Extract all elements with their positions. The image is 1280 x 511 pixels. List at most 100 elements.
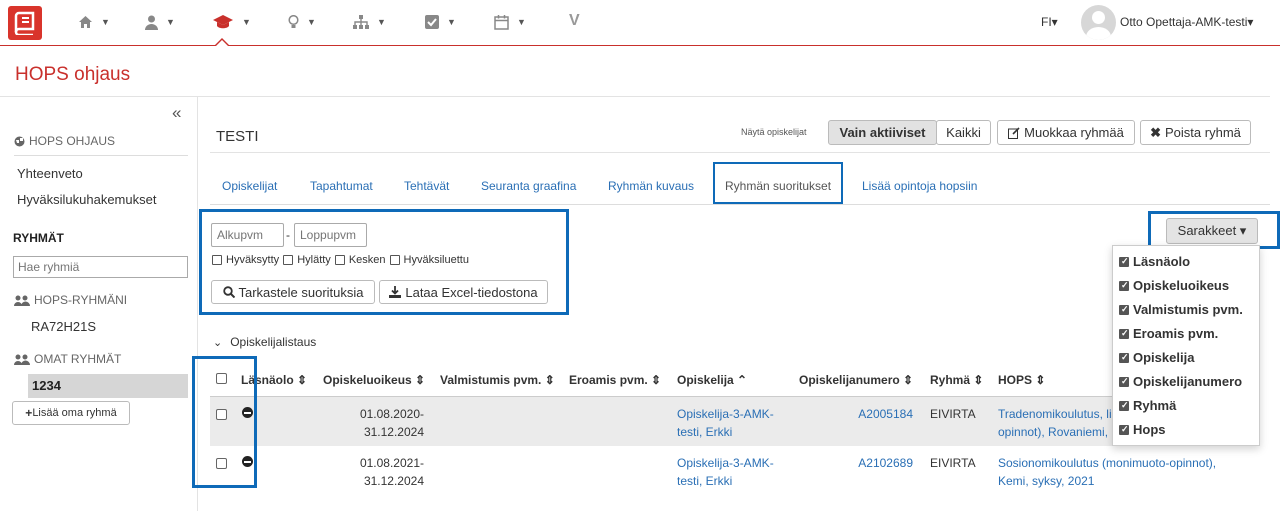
download-icon (389, 286, 402, 298)
student-name-line: Opiskelija-3-AMK- (677, 407, 774, 421)
filter-hyvaksiluettu-label: Hyväksiluettu (403, 254, 469, 266)
plus-icon: + (25, 406, 33, 420)
sitemap-icon (353, 14, 369, 29)
tab-lisaa-opintoja[interactable]: Lisää opintoja hopsiin (862, 179, 977, 193)
groups-heading: RYHMÄT (13, 231, 64, 245)
language-selector[interactable]: FI▾ (1041, 15, 1058, 29)
view-results-button[interactable]: Tarkastele suorituksia (211, 280, 375, 304)
add-group-button[interactable]: + Lisää oma ryhmä (12, 401, 130, 425)
filter-kesken-checkbox[interactable] (334, 255, 345, 265)
filter-hyvaksiluettu-checkbox[interactable] (389, 255, 400, 265)
student-link[interactable]: Opiskelija-3-AMK- testi, Erkki (677, 405, 774, 441)
date-separator: - (286, 228, 290, 242)
column-option-label: Opiskelijanumero (1133, 374, 1243, 389)
user-menu[interactable]: Otto Opettaja-AMK-testi▾ (1120, 15, 1253, 29)
group-search-input[interactable] (13, 256, 188, 278)
search-icon (222, 286, 235, 298)
nav-structure[interactable]: ▼ (353, 10, 386, 34)
column-header-opiskelija[interactable]: Opiskelija ⌃ (677, 373, 747, 387)
column-header-hops[interactable]: HOPS ⇕ (998, 373, 1045, 387)
chevron-down-icon: ▼ (377, 17, 386, 27)
hops-line: Sosionomikoulutus (monimuoto-opinnot), (998, 456, 1217, 470)
opiskeluoikeus-start: 01.08.2021- (359, 456, 424, 470)
tab-seuranta-graafina[interactable]: Seuranta graafina (481, 179, 576, 193)
nav-home[interactable]: ▼ (78, 10, 110, 34)
top-navbar: ▼ ▼ ▼ ▼ ▼ ▼ ▼ V FI▾ Otto Opettaja-AMK-te… (0, 0, 1280, 46)
globe-icon (14, 136, 25, 146)
download-excel-button[interactable]: Lataa Excel-tiedostona (379, 280, 548, 304)
checkbox-checked-icon (1119, 352, 1129, 363)
tab-ryhman-kuvaus[interactable]: Ryhmän kuvaus (608, 179, 694, 193)
checkbox-checked-icon (1119, 424, 1129, 435)
column-header-eroamis[interactable]: Eroamis pvm. ⇕ (569, 373, 661, 387)
column-option-lasnaolo[interactable]: Läsnäolo (1119, 254, 1190, 269)
nav-studies[interactable]: ▼ (212, 10, 251, 34)
start-date-input[interactable] (211, 223, 284, 247)
chevron-down-icon: ▼ (517, 17, 526, 27)
sidebar-item-yhteenveto[interactable]: Yhteenveto (17, 166, 83, 181)
column-option-ryhma[interactable]: Ryhmä (1119, 398, 1176, 413)
delete-group-button[interactable]: ✖ Poista ryhmä (1140, 120, 1251, 145)
column-option-valmistumis[interactable]: Valmistumis pvm. (1119, 302, 1243, 317)
column-option-opiskelijanumero[interactable]: Opiskelijanumero (1119, 374, 1242, 389)
row-select-highlight (192, 356, 257, 488)
hops-link[interactable]: Sosionomikoulutus (monimuoto-opinnot), K… (998, 454, 1216, 490)
student-list-toggle[interactable]: ⌄ Opiskelijalistaus (213, 335, 316, 349)
column-header-opiskeluoikeus[interactable]: Opiskeluoikeus ⇕ (323, 373, 425, 387)
filter-hylatty-checkbox[interactable] (283, 255, 294, 265)
student-number-link[interactable]: A2005184 (830, 405, 913, 423)
tab-tehtavat[interactable]: Tehtävät (404, 179, 449, 193)
tab-tapahtumat[interactable]: Tapahtumat (310, 179, 373, 193)
column-header-ryhma[interactable]: Ryhmä ⇕ (930, 373, 983, 387)
chevron-down-icon: ▼ (166, 17, 175, 27)
status-filters: Hyväksytty Hylätty Kesken Hyväksiluettu (212, 254, 469, 266)
column-header-opiskelijanumero[interactable]: Opiskelijanumero ⇕ (799, 373, 913, 387)
nav-user[interactable]: ▼ (145, 10, 175, 34)
collapse-sidebar-icon[interactable]: « (172, 103, 181, 123)
calendar-icon (494, 14, 509, 30)
chevron-down-icon: ▼ (101, 17, 110, 27)
close-icon: ✖ (1150, 124, 1162, 140)
hops-line: Kemi, syksy, 2021 (998, 474, 1095, 488)
student-name-line: testi, Erkki (677, 474, 733, 488)
column-option-eroamis[interactable]: Eroamis pvm. (1119, 326, 1218, 341)
avatar[interactable] (1081, 5, 1116, 40)
student-number-link[interactable]: A2102689 (830, 454, 913, 472)
nav-ideas[interactable]: ▼ (288, 10, 316, 34)
column-option-hops[interactable]: Hops (1119, 422, 1166, 437)
column-option-label: Ryhmä (1133, 398, 1177, 413)
column-option-label: Opiskeluoikeus (1133, 278, 1230, 293)
student-link[interactable]: Opiskelija-3-AMK- testi, Erkki (677, 454, 774, 490)
sidebar-item-ra72h21s[interactable]: RA72H21S (31, 319, 96, 334)
column-header-valmistumis[interactable]: Valmistumis pvm. ⇕ (440, 373, 555, 387)
show-students-label: Näytä opiskelijat (741, 127, 807, 137)
filter-hyvaksytty-checkbox[interactable] (212, 255, 222, 265)
download-excel-label: Lataa Excel-tiedostona (405, 284, 538, 300)
opiskeluoikeus-end: 31.12.2024 (363, 425, 424, 439)
student-list-label: Opiskelijalistaus (230, 335, 317, 349)
columns-button[interactable]: Sarakkeet ▾ (1166, 218, 1258, 244)
column-option-opiskeluoikeus[interactable]: Opiskeluoikeus (1119, 278, 1229, 293)
column-option-label: Eroamis pvm. (1133, 326, 1219, 341)
filter-hyvaksytty-label: Hyväksytty (226, 254, 280, 266)
only-active-button[interactable]: Vain aktiiviset (828, 120, 937, 145)
sidebar-item-1234[interactable]: 1234 (28, 374, 188, 398)
edit-group-button[interactable]: Muokkaa ryhmää (997, 120, 1135, 145)
column-option-opiskelija[interactable]: Opiskelija (1119, 350, 1194, 365)
opiskeluoikeus-cell: 01.08.2021- 31.12.2024 (330, 454, 424, 490)
checkbox-checked-icon (1119, 304, 1129, 315)
nav-v-item[interactable]: V (569, 12, 580, 30)
checkbox-checked-icon (1119, 256, 1129, 267)
opiskeluoikeus-end: 31.12.2024 (363, 474, 424, 488)
checkbox-checked-icon (1119, 280, 1129, 291)
end-date-input[interactable] (294, 223, 367, 247)
hops-link[interactable]: Tradenomikoulutus, li opinnot), Rovaniem… (998, 405, 1113, 441)
tab-ryhman-suoritukset[interactable]: Ryhmän suoritukset (725, 179, 831, 193)
nav-tasks[interactable]: ▼ (425, 10, 456, 34)
tab-opiskelijat[interactable]: Opiskelijat (222, 179, 277, 193)
sidebar-item-hyvaksiluku[interactable]: Hyväksilukuhakemukset (17, 192, 156, 207)
nav-calendar[interactable]: ▼ (494, 10, 526, 34)
opiskeluoikeus-start: 01.08.2020- (359, 407, 424, 421)
all-button[interactable]: Kaikki (936, 120, 991, 145)
app-logo[interactable] (8, 6, 42, 40)
